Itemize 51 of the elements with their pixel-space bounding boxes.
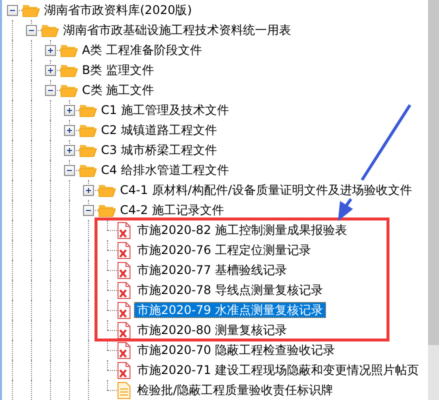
file-item[interactable]: 市施2020-77 基槽验线记录 — [134, 262, 290, 278]
expand-toggle[interactable] — [64, 145, 75, 156]
folder-item[interactable]: C4 给排水管道工程文件 — [98, 162, 232, 178]
folder-item[interactable]: A类 工程准备阶段文件 — [79, 42, 206, 58]
expand-toggle[interactable] — [83, 185, 94, 196]
folder-item[interactable]: 湖南省市政基础设施工程技术资料统一用表 — [60, 22, 294, 38]
pdf-file-icon — [117, 242, 131, 258]
folder-item[interactable]: 湖南省市政资料库(2020版) — [41, 2, 195, 18]
folder-item[interactable]: B类 监理文件 — [79, 62, 158, 78]
collapse-toggle[interactable] — [26, 25, 37, 36]
pdf-file-icon — [117, 362, 131, 378]
expand-toggle[interactable] — [45, 45, 56, 56]
folder-item[interactable]: C类 施工文件 — [79, 82, 158, 98]
expand-toggle[interactable] — [64, 125, 75, 136]
expand-toggle[interactable] — [64, 105, 75, 116]
folder-icon — [98, 203, 116, 217]
folder-icon — [60, 63, 78, 77]
pdf-file-icon — [117, 322, 131, 338]
folder-item[interactable]: C4-2 施工记录文件 — [117, 202, 227, 218]
file-item[interactable]: 市施2020-78 导线点测量复核记录 — [134, 282, 326, 298]
file-item[interactable]: 市施2020-82 施工控制测量成果报验表 — [134, 222, 350, 238]
folder-item[interactable]: C2 城镇道路工程文件 — [98, 122, 220, 138]
document-icon — [117, 382, 131, 398]
file-item[interactable]: 市施2020-80 测量复核记录 — [134, 322, 290, 338]
collapse-toggle[interactable] — [83, 205, 94, 216]
file-item[interactable]: 检验批/隐蔽工程质量验收责任标识牌 — [134, 382, 336, 398]
folder-item[interactable]: C4-1 原材料/构配件/设备质量证明文件及进场验收文件 — [117, 182, 415, 198]
file-item[interactable]: 市施2020-76 工程定位测量记录 — [134, 242, 314, 258]
collapse-toggle[interactable] — [45, 85, 56, 96]
pdf-file-icon — [117, 342, 131, 358]
pdf-file-icon — [117, 282, 131, 298]
pdf-file-icon — [117, 222, 131, 238]
expand-toggle[interactable] — [45, 65, 56, 76]
folder-icon — [79, 103, 97, 117]
folder-icon — [79, 143, 97, 157]
file-item[interactable]: 市施2020-79 水准点测量复核记录 — [134, 302, 326, 318]
folder-item[interactable]: C1 施工管理及技术文件 — [98, 102, 232, 118]
collapse-toggle[interactable] — [7, 5, 18, 16]
folder-icon — [79, 123, 97, 137]
file-item[interactable]: 市施2020-70 隐蔽工程检查验收记录 — [134, 342, 338, 358]
folder-icon — [60, 83, 78, 97]
folder-icon — [98, 183, 116, 197]
pdf-file-icon — [117, 262, 131, 278]
folder-icon — [22, 3, 40, 17]
folder-icon — [41, 23, 59, 37]
folder-icon — [60, 43, 78, 57]
collapse-toggle[interactable] — [64, 165, 75, 176]
pdf-file-icon — [117, 302, 131, 318]
folder-item[interactable]: C3 城市桥梁工程文件 — [98, 142, 220, 158]
folder-icon — [79, 163, 97, 177]
file-item[interactable]: 市施2020-71 建设工程现场隐蔽和变更情况照片帖页 — [134, 362, 422, 378]
